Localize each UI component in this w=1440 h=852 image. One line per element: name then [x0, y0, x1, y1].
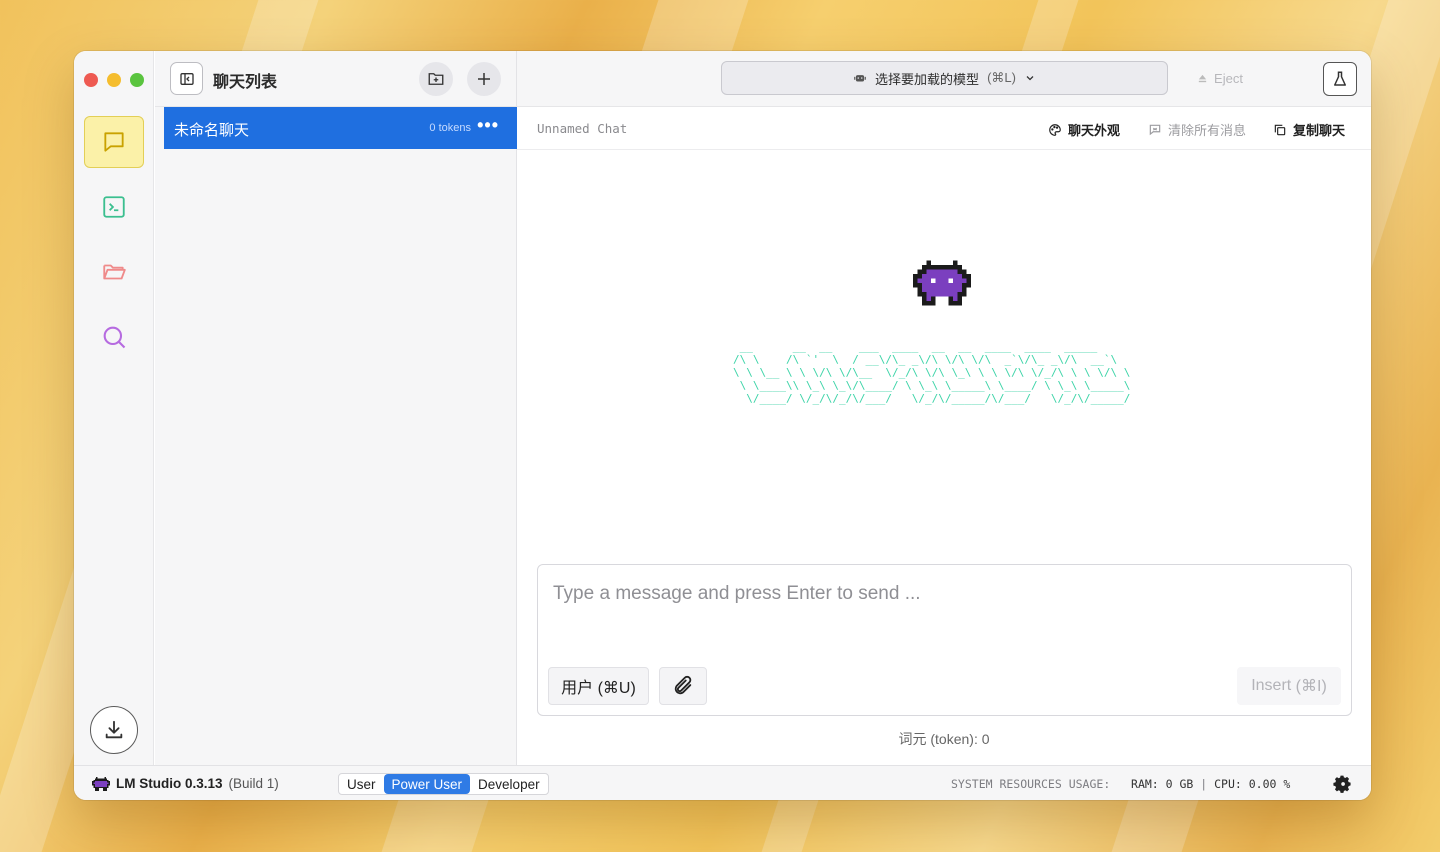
role-toggle-button[interactable]: 用户 (⌘U): [548, 667, 649, 705]
mode-user[interactable]: User: [339, 774, 384, 794]
ascii-logo: __ __ __ ___ ____ __ __ ____ ____ _____ …: [733, 340, 1131, 405]
folder-open-icon: [103, 264, 126, 280]
rail-developer-button[interactable]: [84, 181, 144, 233]
robot-icon: [854, 75, 866, 82]
top-bar: 选择要加载的模型 (⌘L) Eject: [517, 51, 1371, 107]
toggle-sidebar-button[interactable]: [170, 62, 203, 95]
status-bar: LM Studio 0.3.13 (Build 1) User Power Us…: [74, 765, 1371, 800]
system-resources: SYSTEM RESOURCES USAGE: RAM: 0 GB | CPU:…: [951, 777, 1291, 791]
palette-icon: [1049, 123, 1061, 136]
mode-power-user[interactable]: Power User: [383, 774, 471, 794]
downloads-button[interactable]: [90, 706, 138, 754]
insert-button[interactable]: Insert (⌘I): [1237, 667, 1341, 705]
chat-area: __ __ __ ___ ____ __ __ ____ ____ _____ …: [517, 150, 1371, 765]
clear-messages-label: 清除所有消息: [1168, 123, 1247, 138]
clear-messages-button[interactable]: 清除所有消息: [1148, 120, 1246, 139]
duplicate-chat-button[interactable]: 复制聊天: [1273, 120, 1345, 139]
system-resources-label: SYSTEM RESOURCES USAGE:: [951, 777, 1111, 791]
insert-label: Insert: [1251, 677, 1292, 694]
app-build: (Build 1): [228, 776, 279, 791]
download-icon: [105, 720, 123, 739]
token-count: 词元 (token): 0: [898, 731, 990, 747]
chat-list-item[interactable]: 未命名聊天 0 tokens •••: [164, 107, 517, 149]
chat-bubble-icon: [104, 132, 124, 152]
eject-label: Eject: [1214, 71, 1243, 86]
model-selector[interactable]: 选择要加载的模型 (⌘L): [721, 61, 1168, 95]
clear-messages-icon: [1149, 124, 1161, 135]
app-name: LM Studio 0.3.13: [116, 776, 223, 791]
lm-studio-logo-icon: [92, 776, 110, 791]
folder-plus-icon: [428, 73, 444, 85]
chat-item-tokens: 0 tokens: [429, 122, 471, 134]
experimental-features-button[interactable]: [1323, 62, 1357, 96]
sidebar-collapse-icon: [179, 72, 194, 85]
left-rail: [74, 51, 154, 765]
chat-appearance-label: 聊天外观: [1068, 123, 1121, 138]
ram-usage: RAM: 0 GB: [1131, 777, 1194, 791]
close-window-button[interactable]: [84, 73, 98, 87]
chat-title[interactable]: Unnamed Chat: [537, 121, 627, 136]
chevron-down-icon: [1026, 76, 1034, 81]
new-chat-button[interactable]: [467, 62, 501, 96]
chat-header: Unnamed Chat 聊天外观 清除所有消息 复制聊天: [517, 107, 1371, 150]
window-controls: [84, 73, 144, 87]
message-composer: 用户 (⌘U) Insert (⌘I): [537, 564, 1352, 716]
paperclip-icon: [674, 675, 692, 695]
app-version: LM Studio 0.3.13 (Build 1): [92, 776, 279, 791]
cpu-usage: CPU: 0.00 %: [1214, 777, 1291, 791]
flask-icon: [1334, 71, 1346, 86]
mode-switcher: User Power User Developer: [338, 773, 549, 795]
lm-studio-mascot-icon: [913, 260, 971, 306]
chat-list-panel: 聊天列表 未命名聊天 0 tokens •••: [155, 51, 517, 765]
chat-list-title: 聊天列表: [213, 74, 278, 91]
chat-item-name: 未命名聊天: [174, 122, 250, 139]
chat-list-header: 聊天列表: [155, 51, 517, 107]
attach-file-button[interactable]: [659, 667, 707, 705]
model-selector-label: 选择要加载的模型: [875, 71, 980, 87]
zoom-window-button[interactable]: [130, 73, 144, 87]
app-window: 聊天列表 未命名聊天 0 tokens ••• 选择要加载的模型 (⌘L) Ej…: [74, 51, 1371, 800]
gear-icon: [1333, 775, 1351, 793]
rail-search-button[interactable]: [84, 311, 144, 363]
rail-chat-button[interactable]: [84, 116, 144, 168]
minimize-window-button[interactable]: [107, 73, 121, 87]
plus-icon: [478, 73, 490, 85]
copy-icon: [1274, 124, 1286, 135]
new-folder-button[interactable]: [419, 62, 453, 96]
eject-icon: [1198, 74, 1207, 83]
eject-button[interactable]: Eject: [1180, 62, 1260, 95]
search-icon: [103, 326, 126, 349]
mode-developer[interactable]: Developer: [470, 774, 548, 794]
message-input[interactable]: [553, 583, 1333, 605]
settings-button[interactable]: [1332, 774, 1352, 799]
model-selector-shortcut: (⌘L): [987, 70, 1016, 85]
duplicate-chat-label: 复制聊天: [1293, 123, 1346, 138]
chat-item-more-button[interactable]: •••: [477, 115, 499, 136]
rail-models-button[interactable]: [84, 246, 144, 298]
chat-appearance-button[interactable]: 聊天外观: [1048, 120, 1120, 139]
terminal-icon: [103, 196, 125, 218]
insert-shortcut: (⌘I): [1295, 678, 1327, 695]
